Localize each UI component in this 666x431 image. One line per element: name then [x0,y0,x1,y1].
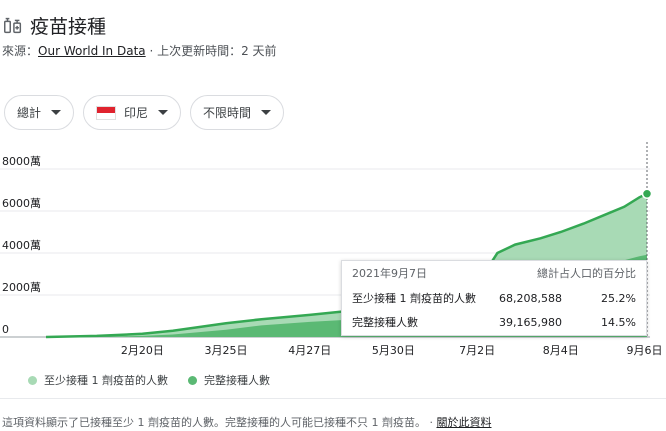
legend-item-at-least-one[interactable]: 至少接種 1 劑疫苗的人數 [28,372,168,388]
tooltip-row-pct: 25.2% [601,291,636,305]
y-tick-label: 6000萬 [2,197,41,210]
x-tick-label: 9月6日 [626,344,662,357]
legend-label: 至少接種 1 劑疫苗的人數 [44,374,168,387]
x-tick-label: 4月27日 [288,344,331,357]
x-tick-label: 8月4日 [543,344,579,357]
caret-down-icon [51,110,62,115]
tooltip-date: 2021年9月7日 [352,267,427,280]
chart-legend: 至少接種 1 劑疫苗的人數 完整接種人數 [28,372,290,388]
y-tick-label: 0 [2,323,9,336]
page-title: 疫苗接種 [30,15,107,38]
legend-label: 完整接種人數 [204,374,270,387]
updated-text: · 上次更新時間：2 天前 [145,44,277,58]
metric-dropdown[interactable]: 總計 [4,95,75,130]
page-header: 疫苗接種 [2,10,106,40]
y-tick-label: 2000萬 [2,281,41,294]
x-tick-label: 3月25日 [205,344,248,357]
footnote-text: 這項資料顯示了已接種至少 1 劑疫苗的人數。完整接種的人可能已接種不只 1 劑疫… [2,416,437,429]
time-range-dropdown[interactable]: 不限時間 [190,95,285,130]
source-link[interactable]: Our World In Data [38,44,146,58]
tooltip-row-pct: 14.5% [601,315,636,329]
tooltip-row-label: 至少接種 1 劑疫苗的人數 [352,292,476,305]
hover-point [641,188,653,200]
divider [0,398,666,399]
time-range-dropdown-label: 不限時間 [203,106,252,120]
metric-dropdown-label: 總計 [17,106,42,120]
about-data-link[interactable]: 關於此資料 [436,416,491,429]
y-tick-label: 8000萬 [2,155,41,168]
country-dropdown-label: 印尼 [124,106,149,120]
source-prefix: 來源： [2,44,39,58]
source-line: 來源：Our World In Data · 上次更新時間：2 天前 [2,42,277,59]
y-tick-label: 4000萬 [2,239,41,252]
legend-swatch [28,375,37,385]
footnote: 這項資料顯示了已接種至少 1 劑疫苗的人數。完整接種的人可能已接種不只 1 劑疫… [2,414,491,430]
caret-down-icon [158,110,169,115]
tooltip-row-total: 68,208,588 [499,291,562,305]
x-tick-label: 7月2日 [459,344,495,357]
tooltip-row-label: 完整接種人數 [352,316,418,329]
legend-swatch [188,375,197,385]
x-tick-label: 5月30日 [372,344,415,357]
legend-item-fully[interactable]: 完整接種人數 [188,372,270,388]
chart-tooltip: 2021年9月7日 總計 占人口的百分比 至少接種 1 劑疫苗的人數 68,20… [341,260,647,336]
x-tick-label: 2月20日 [121,344,164,357]
country-dropdown[interactable]: 印尼 [83,95,182,130]
syringe-icon [4,17,22,34]
tooltip-col-total: 總計 [537,267,559,280]
tooltip-row-total: 39,165,980 [499,315,562,329]
filter-bar: 總計 印尼 不限時間 [4,95,285,130]
tooltip-col-pct: 占人口的百分比 [559,267,636,280]
caret-down-icon [261,110,272,115]
indonesia-flag-icon [96,105,117,120]
